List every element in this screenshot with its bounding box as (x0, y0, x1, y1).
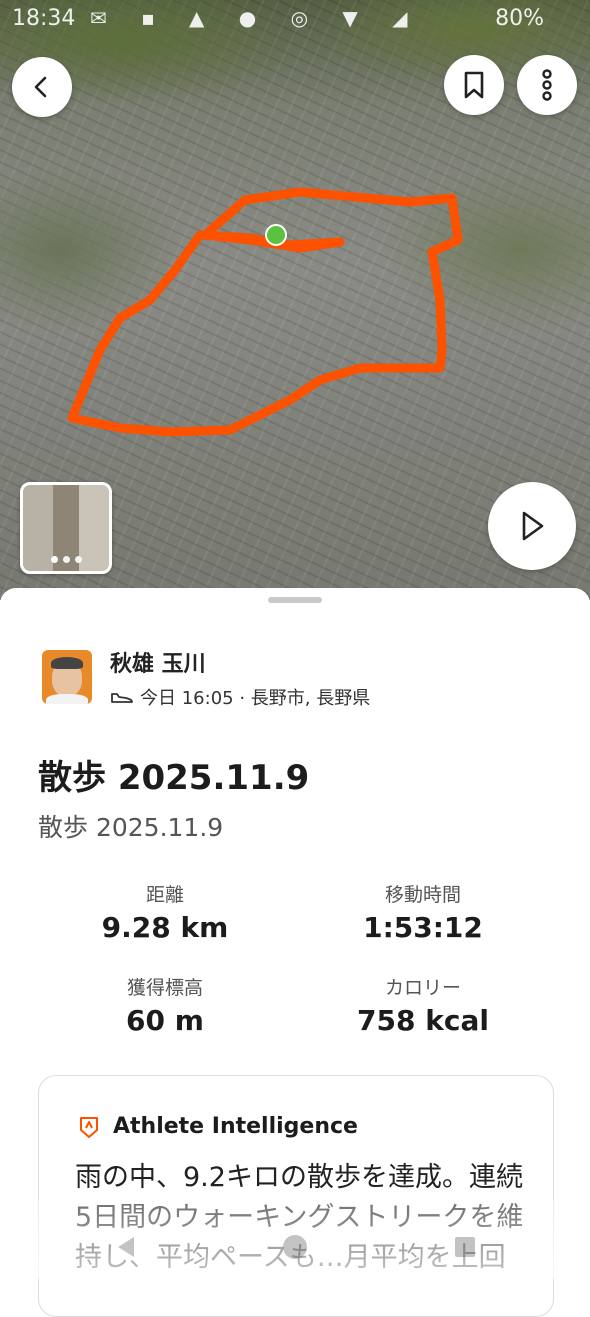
athlete-intelligence-icon (80, 1116, 98, 1138)
shoe-icon (111, 693, 133, 703)
status-icons: ✉ ▪ ▲ ● ◎ ▼ ◢ (90, 6, 422, 30)
athlete-intelligence-card[interactable]: Athlete Intelligence 雨の中、9.2キロの散歩を達成。連続5… (38, 1075, 554, 1317)
avatar[interactable] (42, 650, 92, 704)
bookmark-icon (464, 71, 484, 99)
ai-card-title: Athlete Intelligence (113, 1114, 358, 1139)
status-bar: 18:34 ✉ ▪ ▲ ● ◎ ▼ ◢ 80% (0, 0, 590, 36)
stat-moving-time: 移動時間 1:53:12 (298, 880, 548, 944)
activity-title: 散歩 2025.11.9 (38, 758, 310, 798)
chevron-left-icon (34, 76, 47, 98)
photo-thumbnail[interactable] (20, 482, 112, 574)
nav-recents-icon[interactable] (450, 1232, 480, 1262)
stat-distance: 距離 9.28 km (40, 880, 290, 944)
stat-label: カロリー (384, 977, 461, 999)
activity-sheet: 秋雄 玉川 今日 16:05 · 長野市, 長野県 散歩 2025.11.9 散… (0, 588, 590, 1317)
stat-label: 距離 (145, 884, 184, 906)
status-time: 18:34 (12, 6, 76, 31)
play-icon (522, 511, 544, 541)
more-options-button[interactable] (517, 55, 577, 115)
bookmark-button[interactable] (444, 55, 504, 115)
sheet-drag-handle[interactable] (268, 597, 322, 603)
carousel-dots (51, 556, 82, 563)
play-flyover-button[interactable] (488, 482, 576, 570)
activity-description: 散歩 2025.11.9 (38, 813, 224, 842)
stat-value: 1:53:12 (363, 911, 483, 944)
ai-card-header: Athlete Intelligence (77, 1114, 358, 1139)
nav-back-icon[interactable] (112, 1232, 142, 1262)
route-map[interactable]: 18:34 ✉ ▪ ▲ ● ◎ ▼ ◢ 80% (0, 0, 590, 600)
stat-value: 9.28 km (101, 911, 229, 944)
stat-label: 獲得標高 (126, 977, 203, 999)
stat-value: 60 m (126, 1004, 204, 1037)
nav-home-icon[interactable] (280, 1232, 310, 1262)
stat-value: 758 kcal (357, 1004, 489, 1037)
activity-meta-text: 今日 16:05 · 長野市, 長野県 (140, 688, 371, 709)
activity-meta: 今日 16:05 · 長野市, 長野県 (110, 684, 370, 710)
battery-level: 80% (495, 6, 544, 31)
more-vertical-icon (542, 69, 552, 101)
stat-label: 移動時間 (384, 884, 461, 906)
athlete-name[interactable]: 秋雄 玉川 (110, 646, 206, 678)
stat-calories: カロリー 758 kcal (298, 973, 548, 1037)
system-nav-bar (0, 1226, 590, 1266)
back-button[interactable] (12, 57, 72, 117)
stat-elevation-gain: 獲得標高 60 m (40, 973, 290, 1037)
